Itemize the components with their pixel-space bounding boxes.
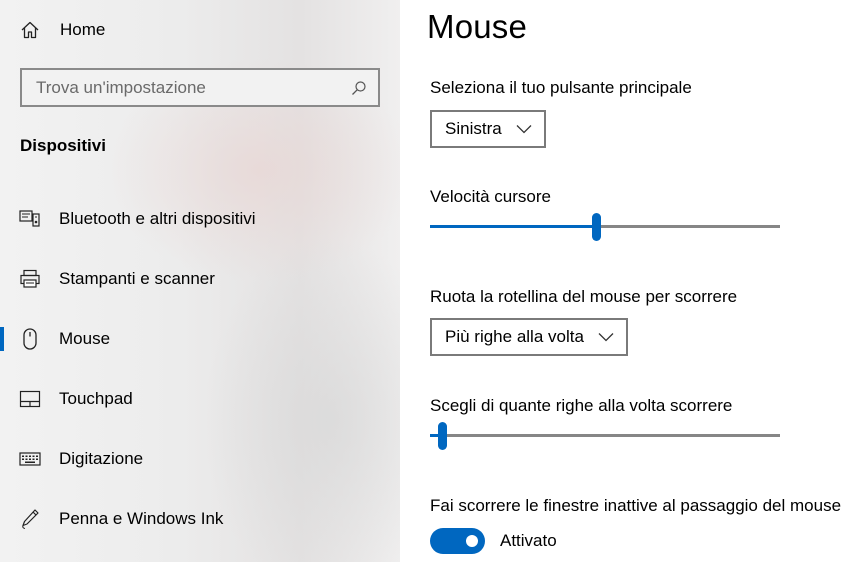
sidebar: Home Dispositivi Bluetooth e altri dispo… — [0, 0, 400, 562]
printer-icon — [19, 268, 41, 290]
sidebar-item-bluetooth[interactable]: Bluetooth e altri dispositivi — [0, 199, 400, 239]
cursor-speed-slider[interactable] — [430, 212, 780, 242]
chevron-down-icon — [598, 329, 614, 345]
search-box[interactable] — [20, 68, 380, 107]
page-title: Mouse — [427, 8, 528, 45]
mouse-icon — [19, 328, 41, 350]
home-label: Home — [60, 20, 106, 39]
sidebar-item-label: Digitazione — [59, 449, 144, 468]
wheel-scroll-label: Ruota la rotellina del mouse per scorrer… — [430, 287, 738, 306]
cursor-speed-label: Velocità cursore — [430, 187, 551, 206]
home-nav-item[interactable]: Home — [19, 16, 105, 44]
lines-to-scroll-slider[interactable] — [430, 421, 780, 451]
sidebar-item-label: Bluetooth e altri dispositivi — [59, 209, 256, 228]
bluetooth-devices-icon — [19, 208, 41, 230]
sidebar-item-label: Touchpad — [59, 389, 133, 408]
slider-track — [430, 434, 780, 437]
sidebar-item-pen[interactable]: Penna e Windows Ink — [0, 499, 400, 539]
lines-to-scroll-label: Scegli di quante righe alla volta scorre… — [430, 396, 733, 415]
sidebar-item-printers[interactable]: Stampanti e scanner — [0, 259, 400, 299]
section-title: Dispositivi — [20, 136, 106, 155]
slider-thumb[interactable] — [438, 422, 447, 450]
main-panel: Mouse Seleziona il tuo pulsante principa… — [400, 0, 851, 562]
chevron-down-icon — [516, 121, 532, 137]
touchpad-icon — [19, 388, 41, 410]
selection-indicator — [0, 327, 4, 351]
sidebar-item-mouse[interactable]: Mouse — [0, 319, 400, 359]
inactive-scroll-label: Fai scorrere le finestre inattive al pas… — [430, 496, 842, 515]
primary-button-dropdown[interactable]: Sinistra — [430, 110, 546, 148]
search-input[interactable] — [36, 77, 350, 98]
pen-icon — [19, 508, 41, 530]
wheel-scroll-dropdown[interactable]: Più righe alla volta — [430, 318, 628, 356]
search-icon[interactable] — [350, 79, 368, 97]
sidebar-item-touchpad[interactable]: Touchpad — [0, 379, 400, 419]
dropdown-value: Sinistra — [445, 119, 502, 138]
slider-fill — [430, 225, 596, 228]
sidebar-item-label: Penna e Windows Ink — [59, 509, 224, 528]
toggle-knob — [466, 535, 478, 547]
dropdown-value: Più righe alla volta — [445, 327, 584, 346]
primary-button-label: Seleziona il tuo pulsante principale — [430, 78, 692, 97]
inactive-scroll-toggle-row: Attivato — [430, 528, 557, 554]
slider-thumb[interactable] — [592, 213, 601, 241]
sidebar-item-label: Stampanti e scanner — [59, 269, 215, 288]
sidebar-item-typing[interactable]: Digitazione — [0, 439, 400, 479]
keyboard-icon — [19, 448, 41, 470]
toggle-state-label: Attivato — [500, 531, 557, 550]
sidebar-item-label: Mouse — [59, 329, 111, 348]
inactive-scroll-toggle[interactable] — [430, 528, 485, 554]
home-icon — [19, 19, 41, 41]
